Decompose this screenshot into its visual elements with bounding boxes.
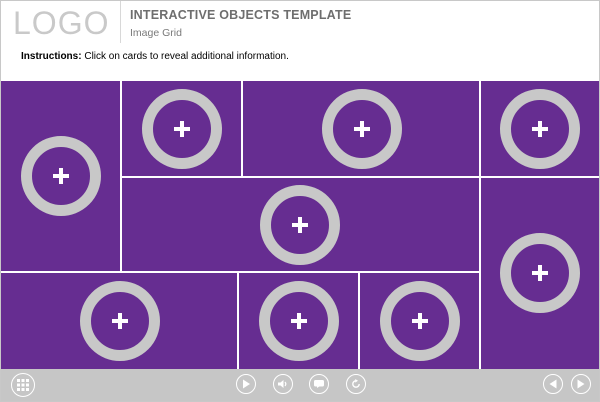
plus-icon <box>50 165 72 187</box>
logo: LOGO <box>13 5 110 41</box>
page-subtitle: Image Grid <box>130 27 182 39</box>
card-9[interactable] <box>360 273 479 369</box>
header-divider <box>120 1 121 43</box>
card-ring <box>322 89 402 169</box>
previous-icon <box>549 379 557 389</box>
instructions-label: Instructions: <box>21 51 82 62</box>
plus-icon <box>171 118 193 140</box>
card-ring <box>500 233 580 313</box>
captions-button[interactable] <box>309 374 329 394</box>
card-ring <box>260 185 340 265</box>
card-ring <box>500 89 580 169</box>
card-4[interactable] <box>481 81 599 176</box>
play-button[interactable] <box>236 374 256 394</box>
previous-button[interactable] <box>543 374 563 394</box>
replay-button[interactable] <box>346 374 366 394</box>
replay-icon <box>352 379 360 388</box>
plus-icon <box>529 262 551 284</box>
audio-button[interactable] <box>273 374 293 394</box>
card-ring <box>380 281 460 361</box>
card-ring <box>21 136 101 216</box>
play-icon <box>243 379 250 389</box>
next-icon <box>577 379 585 389</box>
next-button[interactable] <box>571 374 591 394</box>
slide-frame: LOGO INTERACTIVE OBJECTS TEMPLATE Image … <box>0 0 600 402</box>
card-7[interactable] <box>1 273 237 369</box>
page-title: INTERACTIVE OBJECTS TEMPLATE <box>130 8 352 22</box>
plus-icon <box>109 310 131 332</box>
card-ring <box>142 89 222 169</box>
playback-toolbar <box>1 369 599 401</box>
card-1[interactable] <box>1 81 120 271</box>
instructions-text: Click on cards to reveal additional info… <box>81 51 289 62</box>
card-5[interactable] <box>122 178 479 271</box>
image-grid <box>1 81 599 369</box>
plus-icon <box>529 118 551 140</box>
card-ring <box>80 281 160 361</box>
instructions: Instructions: Click on cards to reveal a… <box>21 51 289 62</box>
volume-icon <box>278 380 287 388</box>
plus-icon <box>288 310 310 332</box>
plus-icon <box>289 214 311 236</box>
plus-icon <box>351 118 373 140</box>
grid-menu-icon <box>17 379 29 391</box>
menu-button[interactable] <box>11 373 35 397</box>
card-ring <box>259 281 339 361</box>
captions-icon <box>314 380 324 388</box>
card-2[interactable] <box>122 81 241 176</box>
header: LOGO INTERACTIVE OBJECTS TEMPLATE Image … <box>1 1 599 81</box>
card-6[interactable] <box>481 178 599 369</box>
card-8[interactable] <box>239 273 358 369</box>
plus-icon <box>409 310 431 332</box>
card-3[interactable] <box>243 81 479 176</box>
